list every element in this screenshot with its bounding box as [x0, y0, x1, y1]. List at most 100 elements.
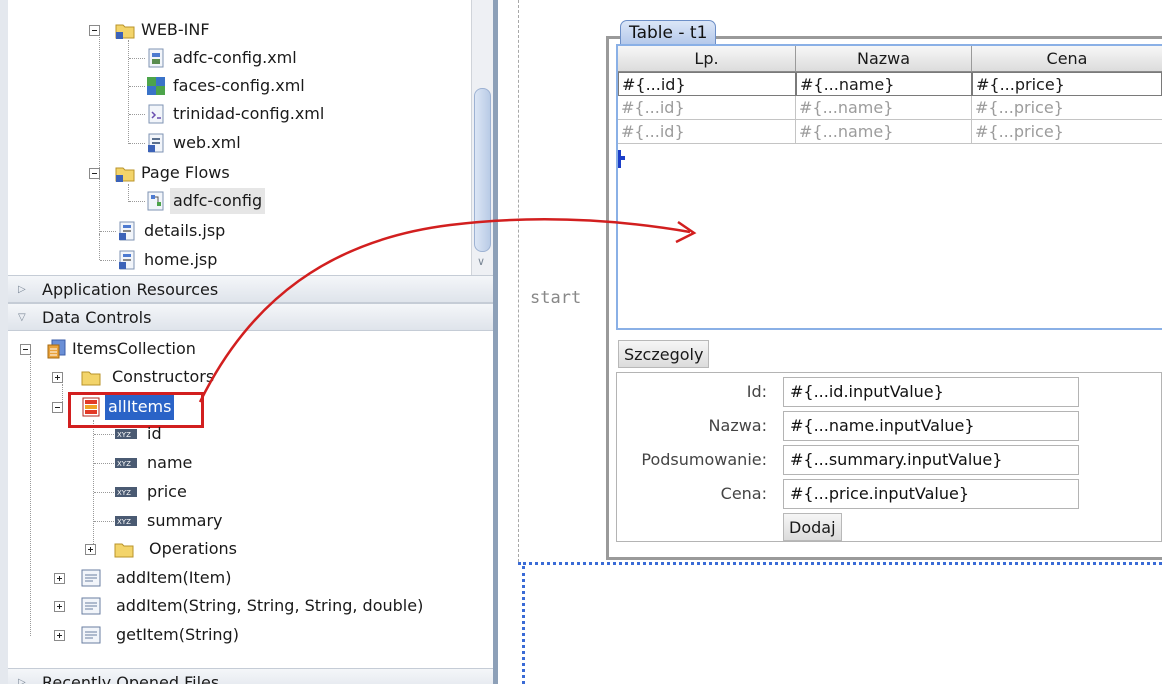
expand-icon[interactable]	[54, 630, 65, 641]
attribute-icon: XYZ	[114, 424, 137, 444]
column-header-cena[interactable]: Cena	[972, 46, 1162, 72]
tree-item-label: addItem(String, String, String, double)	[116, 596, 424, 615]
item-form[interactable]: Id: #{...id.inputValue} Nazwa: #{...name…	[616, 372, 1162, 542]
field-label-price: Cena:	[720, 484, 767, 503]
tree-line	[100, 231, 116, 232]
section-application-resources[interactable]: ▷ Application Resources	[8, 275, 493, 303]
method-icon	[81, 596, 101, 616]
layout-guide-line	[518, 0, 519, 562]
tree-item-label: trinidad-config.xml	[173, 104, 325, 123]
expand-icon[interactable]	[54, 573, 65, 584]
items-table[interactable]: Lp. Nazwa Cena #{...id} #{...name} #{...…	[616, 44, 1162, 330]
tree-item-label: Constructors	[112, 367, 215, 386]
tree-line	[129, 201, 145, 202]
application-navigator: WEB-INF adfc-config.xml faces-config.xml…	[0, 0, 498, 684]
expand-icon[interactable]	[54, 601, 65, 612]
tree-line	[129, 86, 145, 87]
tree-item-label: faces-config.xml	[173, 76, 305, 95]
collapse-icon[interactable]	[20, 344, 31, 355]
expand-triangle-icon[interactable]: ▷	[18, 276, 26, 304]
xml-file-icon	[146, 104, 166, 124]
expand-icon[interactable]	[85, 544, 96, 555]
section-title: Data Controls	[42, 308, 152, 327]
collapse-triangle-icon[interactable]: ▽	[18, 304, 26, 332]
field-label-summary: Podsumowanie:	[641, 450, 767, 469]
xml-file-icon	[146, 48, 166, 68]
collapse-icon[interactable]	[52, 402, 63, 413]
table-cell-price[interactable]: #{...price}	[972, 96, 1162, 120]
navigator-scrollbar[interactable]: ∨	[471, 0, 493, 275]
section-title: Recently Opened Files	[42, 673, 220, 684]
column-header-lp[interactable]: Lp.	[618, 46, 796, 72]
method-icon	[81, 625, 101, 645]
scroll-down-icon[interactable]: ∨	[477, 255, 485, 268]
id-field[interactable]: #{...id.inputValue}	[783, 377, 1079, 407]
section-data-controls[interactable]: ▽ Data Controls	[8, 303, 493, 331]
tree-item-label: Operations	[149, 539, 237, 558]
tree-line	[93, 420, 94, 550]
tree-item-label: web.xml	[173, 133, 241, 152]
table-cell-id[interactable]: #{...id}	[618, 72, 796, 96]
tree-item-label: name	[147, 453, 193, 472]
tree-item-label: summary	[147, 511, 223, 530]
highlight-frame	[68, 392, 204, 428]
details-button[interactable]: Szczegoly	[618, 340, 710, 368]
table-cell-price[interactable]: #{...price}	[972, 72, 1162, 96]
price-field[interactable]: #{...price.inputValue}	[783, 479, 1079, 509]
attribute-icon: XYZ	[114, 511, 137, 531]
table-cell-name[interactable]: #{...name}	[796, 96, 972, 120]
field-label-name: Nazwa:	[708, 416, 767, 435]
tree-line	[128, 40, 129, 144]
task-flow-icon	[146, 191, 166, 211]
table-cell-price[interactable]: #{...price}	[972, 120, 1162, 144]
tree-line	[94, 434, 114, 435]
tree-item-label: adfc-config	[170, 188, 266, 214]
attribute-icon: XYZ	[114, 453, 137, 473]
tree-line	[30, 356, 31, 636]
page-designer[interactable]: start Table - t1 Lp. Nazwa Cena #{...id}…	[498, 0, 1162, 684]
table-cell-name[interactable]: #{...name}	[796, 72, 972, 96]
tree-item-label: details.jsp	[144, 221, 226, 240]
table-cell-id[interactable]: #{...id}	[618, 120, 796, 144]
tree-item-label: addItem(Item)	[116, 568, 232, 587]
faces-config-icon	[146, 76, 166, 96]
section-title: Application Resources	[42, 280, 219, 299]
tree-line	[129, 114, 145, 115]
data-control-icon	[47, 339, 67, 359]
folder-icon	[115, 163, 135, 183]
svg-text:XYZ: XYZ	[117, 489, 131, 497]
tree-item-label: id	[147, 424, 162, 443]
collapse-icon[interactable]	[89, 168, 100, 179]
table-cell-name[interactable]: #{...name}	[796, 120, 972, 144]
tree-line	[129, 143, 145, 144]
field-label-id: Id:	[746, 382, 767, 401]
xml-file-icon	[146, 133, 166, 153]
tree-item-label: adfc-config.xml	[173, 48, 297, 67]
tree-line	[99, 30, 100, 234]
folder-icon	[115, 20, 135, 40]
insertion-cursor	[618, 150, 625, 168]
folder-icon	[114, 539, 134, 559]
summary-field[interactable]: #{...summary.inputValue}	[783, 445, 1079, 475]
tree-line	[94, 492, 114, 493]
tree-line	[100, 260, 116, 261]
expand-icon[interactable]	[52, 372, 63, 383]
svg-text:XYZ: XYZ	[117, 460, 131, 468]
scrollbar-thumb[interactable]	[474, 88, 491, 252]
svg-text:XYZ: XYZ	[117, 518, 131, 526]
name-field[interactable]: #{...name.inputValue}	[783, 411, 1079, 441]
tree-item-label: Page Flows	[141, 163, 230, 182]
add-button[interactable]: Dodaj	[783, 513, 842, 541]
folder-icon	[81, 367, 101, 387]
expand-triangle-icon[interactable]: ▷	[18, 669, 26, 684]
section-recently-opened-files[interactable]: ▷ Recently Opened Files	[8, 668, 493, 684]
drop-target-outline	[522, 566, 525, 684]
collapse-icon[interactable]	[89, 25, 100, 36]
method-icon	[81, 568, 101, 588]
table-cell-id[interactable]: #{...id}	[618, 96, 796, 120]
tree-item-label: getItem(String)	[116, 625, 239, 644]
column-header-nazwa[interactable]: Nazwa	[796, 46, 972, 72]
tree-item-label: WEB-INF	[141, 20, 210, 39]
table-title-tab[interactable]: Table - t1	[620, 20, 717, 45]
attribute-icon: XYZ	[114, 482, 137, 502]
